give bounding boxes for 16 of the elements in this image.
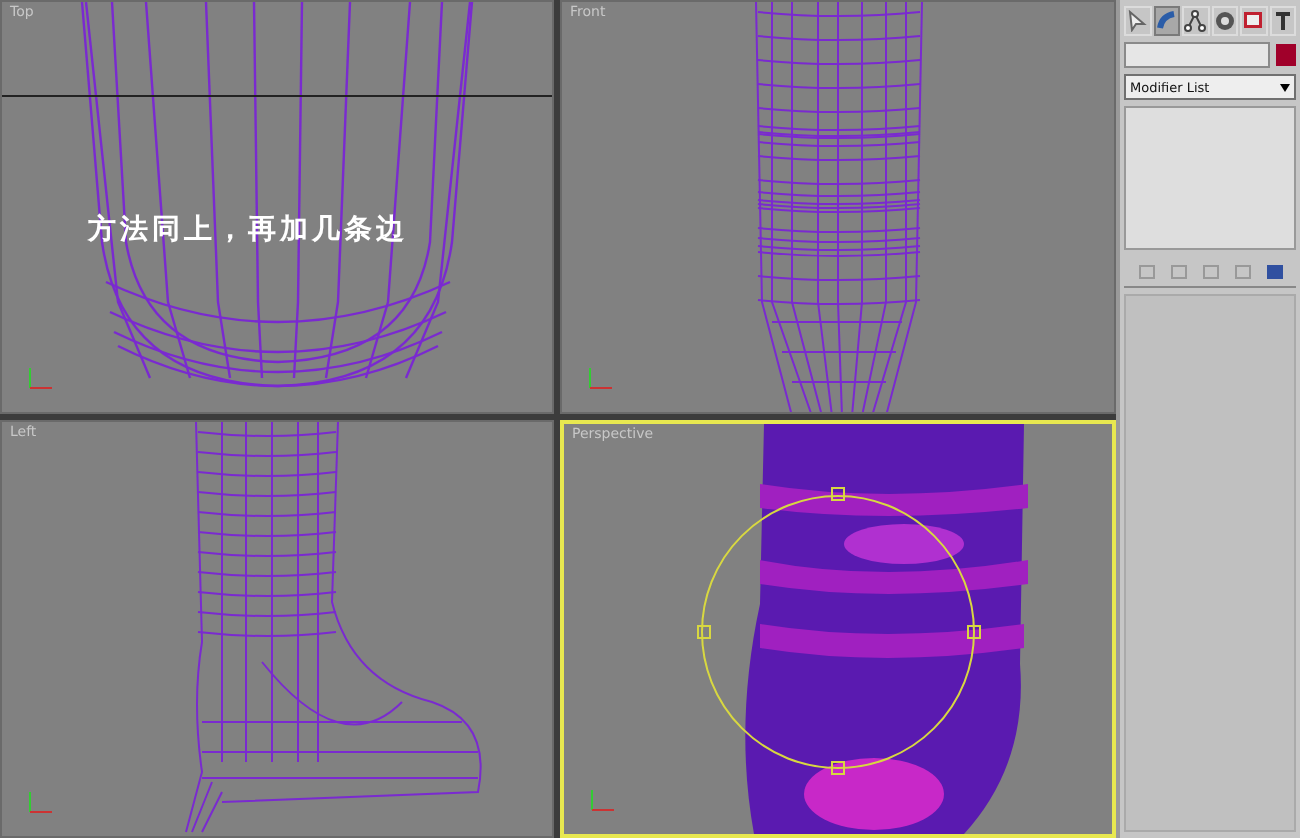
axis-tripod-icon	[26, 364, 54, 392]
hierarchy-icon	[1184, 10, 1207, 32]
axis-tripod-icon	[588, 786, 616, 814]
axis-tripod-icon	[586, 364, 614, 392]
sets-icon	[1265, 263, 1283, 279]
wheel-icon	[1213, 10, 1236, 32]
modifier-stack-list[interactable]	[1124, 106, 1296, 250]
object-color-swatch[interactable]	[1276, 44, 1296, 66]
cursor-arrow-icon	[1126, 10, 1149, 32]
configure-sets-button[interactable]	[1262, 260, 1286, 282]
axis-tripod-icon	[26, 788, 54, 816]
bent-tube-icon	[1155, 10, 1178, 32]
monitor-icon	[1242, 10, 1265, 32]
dropdown-caret-icon	[1280, 83, 1290, 91]
hammer-icon	[1271, 10, 1294, 32]
object-name-field[interactable]	[1124, 42, 1270, 68]
